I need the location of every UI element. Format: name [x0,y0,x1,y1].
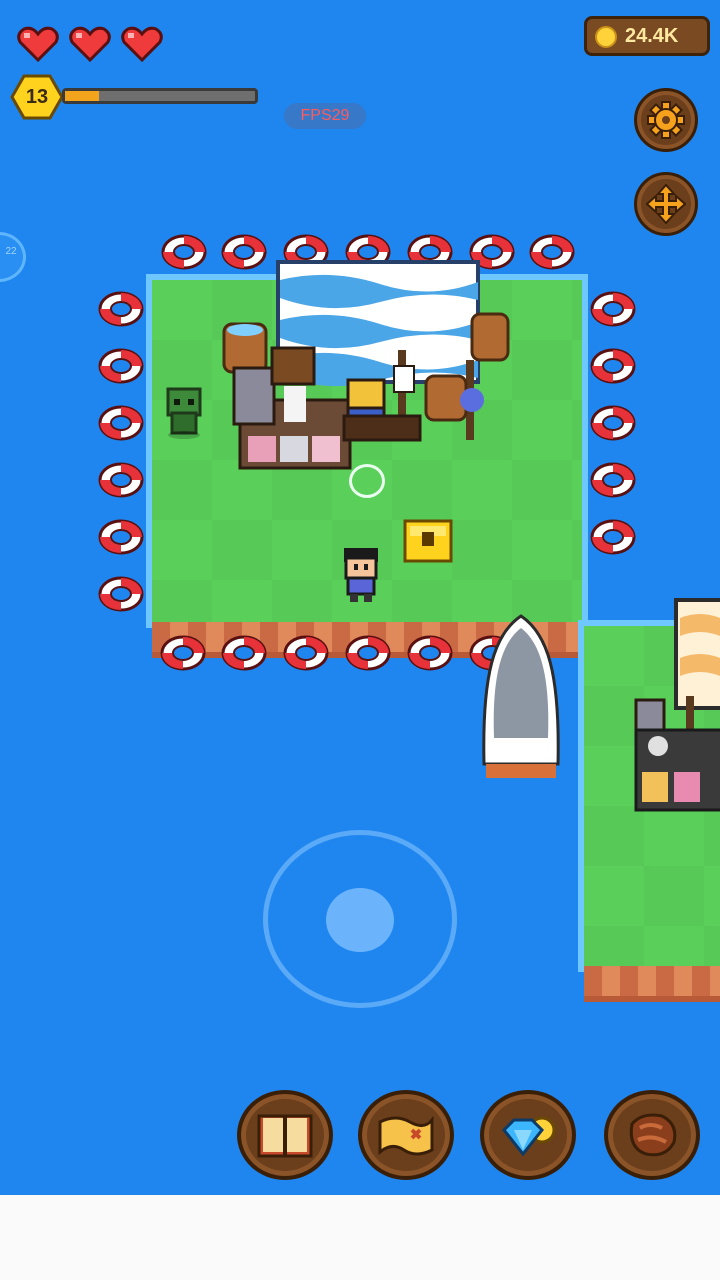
heart-icon [69,26,111,62]
golden-chest[interactable] [402,518,454,564]
player-level: 13 [25,86,49,108]
xp-progress-fill [65,91,100,101]
book-icon [257,1114,313,1158]
goblin-npc[interactable] [162,385,206,439]
side-panel-tab[interactable] [0,232,26,282]
side-panel-tab-label: 22 [5,246,17,257]
life-ring [590,519,636,555]
settings-button[interactable] [634,88,698,152]
tap-target-ring [349,464,385,498]
boat[interactable] [478,614,564,780]
life-ring [407,635,453,671]
life-ring [590,405,636,441]
game-viewport[interactable]: 22 13 FPS29 24.4K [0,0,720,1195]
gem-shop-icon [501,1116,556,1157]
bottom-system-bar [0,1195,720,1280]
life-ring [590,462,636,498]
life-ring [590,348,636,384]
food-button[interactable] [604,1090,700,1180]
coin-counter[interactable]: 24.4K [584,16,710,56]
coin-icon [595,26,617,48]
quest-book-button[interactable] [237,1090,333,1180]
fps-counter: FPS29 [284,103,366,129]
gear-icon [647,101,685,139]
xp-progress-bar [62,88,258,104]
life-ring [283,635,329,671]
right-island-cliff [584,966,720,1002]
life-ring [529,234,575,270]
life-ring [98,576,144,612]
life-ring [98,405,144,441]
heart-icon [121,26,163,62]
life-ring [98,519,144,555]
move-mode-button[interactable] [634,172,698,236]
map-icon [378,1115,434,1156]
arrows-move-icon [646,184,686,224]
coin-amount: 24.4K [625,25,679,47]
market-stall-2[interactable] [630,596,720,816]
life-ring [98,462,144,498]
market-stall[interactable] [220,250,520,480]
life-ring [161,234,207,270]
life-ring [221,635,267,671]
life-ring [98,348,144,384]
life-ring [98,291,144,327]
heart-icon [17,26,59,62]
life-ring [160,635,206,671]
life-ring [345,635,391,671]
map-button[interactable] [358,1090,454,1180]
gem-shop-button[interactable] [480,1090,576,1180]
joystick-knob[interactable] [326,888,394,952]
life-ring [590,291,636,327]
meat-icon [629,1113,677,1157]
player-character [344,548,378,602]
